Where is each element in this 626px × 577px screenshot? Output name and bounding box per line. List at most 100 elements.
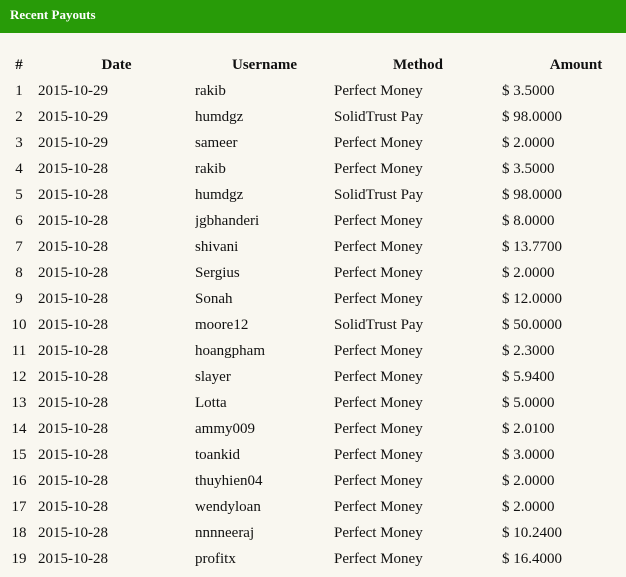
- table-row: 13 2015-10-28 Lotta Perfect Money $ 5.0000: [0, 390, 626, 416]
- cell-number: 14: [11, 420, 27, 437]
- cell-method: SolidTrust Pay: [334, 316, 424, 333]
- cell-username: Sergius: [195, 264, 240, 281]
- table-row: 2 2015-10-29 humdgz SolidTrust Pay $ 98.0000: [0, 104, 626, 130]
- cell-number: 16: [11, 472, 27, 489]
- cell-date: 2015-10-28: [38, 446, 108, 463]
- cell-number: 18: [11, 524, 27, 541]
- payouts-table: # Date Username Method Amount 1 2015-10-29 rak…: [0, 52, 626, 572]
- cell-number: 13: [11, 394, 27, 411]
- table-row: 9 2015-10-28 Sonah Perfect Money $ 12.0000: [0, 286, 626, 312]
- cell-date: 2015-10-28: [38, 368, 108, 385]
- cell-amount: $ 10.2400: [502, 524, 562, 541]
- column-header-method: Method: [393, 56, 443, 73]
- payouts-table-body: 1 2015-10-29 rakib Perfect Money $ 3.5000 2 20…: [0, 78, 626, 572]
- cell-username: toankid: [195, 446, 240, 463]
- cell-amount: $ 3.5000: [502, 82, 555, 99]
- cell-method: Perfect Money: [334, 342, 423, 359]
- cell-number: 12: [11, 368, 27, 385]
- cell-username: sameer: [195, 134, 238, 151]
- table-row: 15 2015-10-28 toankid Perfect Money $ 3.0000: [0, 442, 626, 468]
- cell-username: moore12: [195, 316, 249, 333]
- cell-username: slayer: [195, 368, 231, 385]
- cell-method: Perfect Money: [334, 394, 423, 411]
- payouts-table-head: # Date Username Method Amount: [0, 52, 626, 78]
- cell-method: SolidTrust Pay: [334, 108, 424, 125]
- cell-amount: $ 2.0000: [502, 498, 555, 515]
- table-row: 12 2015-10-28 slayer Perfect Money $ 5.9400: [0, 364, 626, 390]
- table-row: 14 2015-10-28 ammy009 Perfect Money $ 2.0100: [0, 416, 626, 442]
- table-row: 11 2015-10-28 hoangpham Perfect Money $ 2.30…: [0, 338, 626, 364]
- cell-amount: $ 13.7700: [502, 238, 562, 255]
- cell-method: Perfect Money: [334, 498, 423, 515]
- cell-method: SolidTrust Pay: [334, 186, 424, 203]
- cell-amount: $ 98.0000: [502, 186, 562, 203]
- cell-date: 2015-10-28: [38, 160, 108, 177]
- cell-method: Perfect Money: [334, 524, 423, 541]
- table-row: 3 2015-10-29 sameer Perfect Money $ 2.0000: [0, 130, 626, 156]
- table-row: 1 2015-10-29 rakib Perfect Money $ 3.5000: [0, 78, 626, 104]
- cell-method: Perfect Money: [334, 446, 423, 463]
- table-row: 18 2015-10-28 nnnneeraj Perfect Money $ 10.2…: [0, 520, 626, 546]
- cell-amount: $ 3.0000: [502, 446, 555, 463]
- cell-username: shivani: [195, 238, 239, 255]
- header-row: # Date Username Method Amount: [0, 52, 626, 78]
- table-row: 16 2015-10-28 thuyhien04 Perfect Money $ 2.0…: [0, 468, 626, 494]
- cell-number: 15: [11, 446, 27, 463]
- cell-date: 2015-10-28: [38, 342, 108, 359]
- cell-method: Perfect Money: [334, 290, 423, 307]
- cell-amount: $ 5.9400: [502, 368, 555, 385]
- cell-date: 2015-10-28: [38, 394, 108, 411]
- cell-username: Sonah: [195, 290, 233, 307]
- cell-method: Perfect Money: [334, 134, 423, 151]
- column-header-date: Date: [101, 56, 132, 73]
- cell-method: Perfect Money: [334, 472, 423, 489]
- cell-number: 1: [15, 82, 23, 99]
- column-header-amount: Amount: [549, 56, 603, 73]
- cell-method: Perfect Money: [334, 238, 423, 255]
- cell-amount: $ 2.0000: [502, 134, 555, 151]
- table-row: 4 2015-10-28 rakib Perfect Money $ 3.5000: [0, 156, 626, 182]
- cell-date: 2015-10-28: [38, 316, 108, 333]
- cell-number: 7: [15, 238, 23, 255]
- table-row: 17 2015-10-28 wendyloan Perfect Money $ 2.00…: [0, 494, 626, 520]
- cell-username: hoangpham: [195, 342, 265, 359]
- cell-number: 6: [15, 212, 23, 229]
- cell-number: 11: [11, 342, 27, 359]
- cell-username: humdgz: [195, 108, 244, 125]
- cell-amount: $ 98.0000: [502, 108, 562, 125]
- cell-number: 19: [11, 550, 27, 567]
- cell-username: ammy009: [195, 420, 255, 437]
- cell-date: 2015-10-28: [38, 550, 108, 567]
- cell-amount: $ 2.0000: [502, 264, 555, 281]
- cell-date: 2015-10-28: [38, 238, 108, 255]
- cell-method: Perfect Money: [334, 82, 423, 99]
- cell-date: 2015-10-28: [38, 212, 108, 229]
- cell-date: 2015-10-28: [38, 186, 108, 203]
- table-row: 6 2015-10-28 jgbhanderi Perfect Money $ 8.00…: [0, 208, 626, 234]
- cell-date: 2015-10-28: [38, 420, 108, 437]
- cell-amount: $ 5.0000: [502, 394, 555, 411]
- cell-method: Perfect Money: [334, 368, 423, 385]
- cell-number: 17: [11, 498, 27, 515]
- cell-username: rakib: [195, 82, 226, 99]
- cell-method: Perfect Money: [334, 212, 423, 229]
- cell-number: 4: [15, 160, 23, 177]
- cell-username: humdgz: [195, 186, 244, 203]
- cell-amount: $ 2.3000: [502, 342, 555, 359]
- cell-date: 2015-10-28: [38, 498, 108, 515]
- cell-date: 2015-10-29: [38, 82, 108, 99]
- column-header-username: Username: [232, 56, 297, 73]
- cell-number: 3: [15, 134, 23, 151]
- cell-number: 8: [15, 264, 23, 281]
- cell-number: 5: [15, 186, 23, 203]
- panel-header: Recent Payouts: [0, 0, 626, 33]
- cell-username: wendyloan: [195, 498, 261, 515]
- cell-date: 2015-10-28: [38, 524, 108, 541]
- cell-amount: $ 50.0000: [502, 316, 562, 333]
- cell-username: Lotta: [195, 394, 227, 411]
- column-header-number: #: [15, 56, 23, 73]
- table-row: 10 2015-10-28 moore12 SolidTrust Pay $ 50.00…: [0, 312, 626, 338]
- cell-username: thuyhien04: [195, 472, 263, 489]
- cell-method: Perfect Money: [334, 160, 423, 177]
- table-row: 19 2015-10-28 profitx Perfect Money $ 16.400…: [0, 546, 626, 572]
